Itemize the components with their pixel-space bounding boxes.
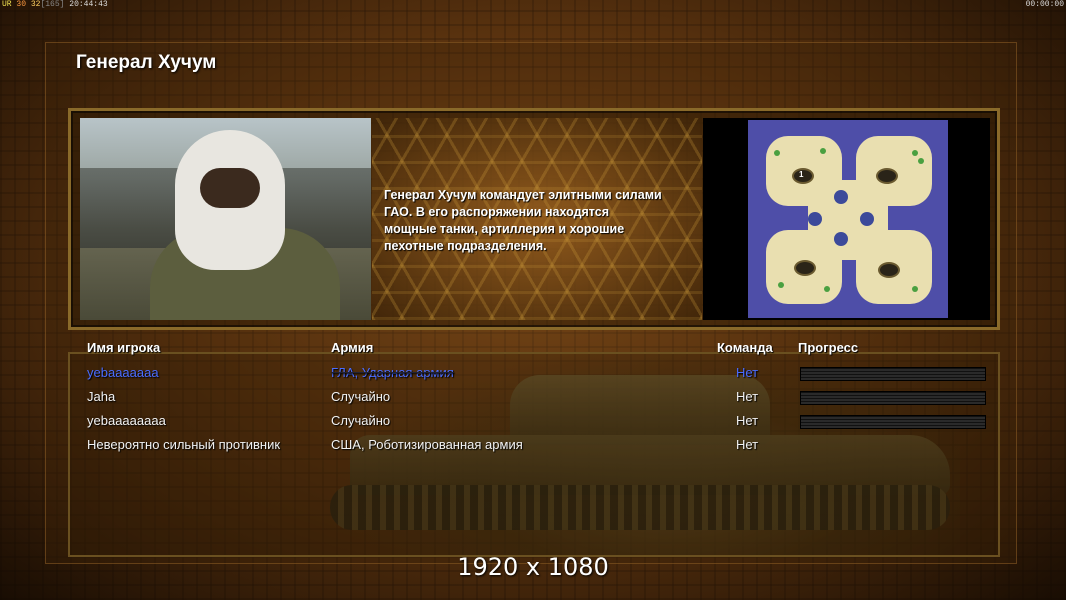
player-team: Нет	[736, 365, 759, 380]
minimap-tree	[918, 158, 924, 164]
player-name: yebaaaaaaa	[87, 365, 159, 380]
minimap-water-spot	[834, 232, 848, 246]
player-army: Случайно	[331, 413, 391, 428]
player-team: Нет	[736, 389, 759, 404]
minimap-water-spot	[834, 190, 848, 204]
player-army: США, Роботизированная армия	[331, 437, 523, 452]
player-name: Невероятно сильный противник	[87, 437, 281, 452]
player-row: yebaaaaaaa ГЛА, Ударная армия Нет	[0, 363, 1066, 383]
hud-timer: 00:00:00	[1025, 0, 1064, 9]
portrait-face	[200, 168, 260, 208]
general-title: Генерал Хучум	[76, 52, 217, 73]
player-progress-bar	[800, 367, 986, 381]
player-team: Нет	[736, 413, 759, 428]
resolution-overlay: 1920 x 1080	[457, 553, 609, 581]
player-progress-bar	[800, 415, 986, 429]
player-name: Jaha	[87, 389, 116, 404]
minimap-tree	[820, 148, 826, 154]
start-position-4	[878, 262, 900, 278]
minimap-tree	[912, 150, 918, 156]
start-position-3	[794, 260, 816, 276]
start-position-2	[876, 168, 898, 184]
header-player-name: Имя игрока	[87, 340, 161, 355]
hud-stats: UR 30 32[165] 20:44:43	[2, 0, 108, 10]
minimap: 1	[748, 120, 948, 318]
minimap-tree	[778, 282, 784, 288]
player-army: Случайно	[331, 389, 391, 404]
header-progress: Прогресс	[798, 340, 859, 355]
player-row: yebaaaaaaaa Случайно Нет	[0, 411, 1066, 431]
hud-value-2: 32	[30, 0, 41, 9]
player-progress-bar	[800, 391, 986, 405]
minimap-water-spot	[808, 212, 822, 226]
minimap-water-spot	[860, 212, 874, 226]
general-portrait	[80, 118, 371, 320]
player-army: ГЛА, Ударная армия	[331, 365, 454, 380]
player-row: Jaha Случайно Нет	[0, 387, 1066, 407]
minimap-tree	[912, 286, 918, 292]
player-row: Невероятно сильный противник США, Роботи…	[0, 435, 1066, 455]
player-name: yebaaaaaaaa	[87, 413, 166, 428]
hud-top-bar: UR 30 32[165] 20:44:43 00:00:00	[0, 0, 1066, 10]
start-position-1-label: 1	[799, 170, 804, 179]
header-army: Армия	[331, 340, 374, 355]
hud-clock: 20:44:43	[69, 0, 108, 9]
minimap-tree	[774, 150, 780, 156]
hud-ur-label: UR	[2, 0, 12, 9]
general-description: Генерал Хучум командует элитными силами …	[384, 188, 662, 253]
hud-value-3: [165]	[40, 0, 65, 9]
header-team: Команда	[717, 340, 773, 355]
player-team: Нет	[736, 437, 759, 452]
hud-value-1: 30	[16, 0, 27, 9]
minimap-tree	[824, 286, 830, 292]
